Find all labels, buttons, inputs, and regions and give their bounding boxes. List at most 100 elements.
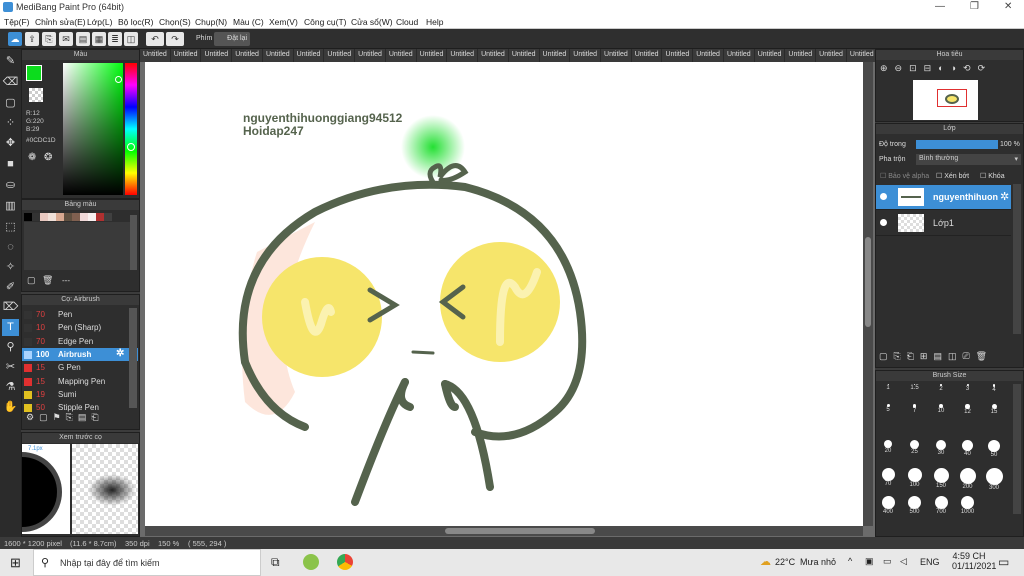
brush-size-option[interactable]: 25	[903, 440, 927, 455]
brush-size-option[interactable]: 500	[903, 496, 927, 515]
brush-size-option[interactable]: 100	[903, 468, 927, 488]
brush-size-option[interactable]: 200	[956, 468, 980, 490]
document-tab[interactable]: Untitled	[632, 49, 663, 62]
menu-color[interactable]: Màu (C)	[233, 17, 264, 27]
brush-item[interactable]: 100 Airbrush ✲	[22, 347, 138, 361]
foreground-color-swatch[interactable]	[26, 65, 42, 81]
document-tab[interactable]: Untitled	[509, 49, 540, 62]
document-tab[interactable]: Untitled	[417, 49, 448, 62]
transparent-color-swatch[interactable]	[29, 88, 43, 102]
color-adjust-icon[interactable]: ❂	[44, 152, 52, 163]
language-indicator[interactable]: ENG	[920, 557, 940, 567]
cloud-icon[interactable]: ☁	[8, 32, 22, 46]
brush-item[interactable]: 19 Sumi	[22, 388, 138, 401]
sv-picker-cursor[interactable]	[115, 76, 122, 83]
blend-mode-select[interactable]: Bình thường ▾	[916, 154, 1021, 165]
palette-area[interactable]	[24, 222, 130, 270]
operation-tool-icon[interactable]: ⚲	[2, 339, 19, 356]
brush-size-option[interactable]: 700	[929, 496, 953, 515]
brush-size-option[interactable]: 4	[982, 384, 1006, 393]
brush-size-option[interactable]: 3	[956, 384, 980, 392]
menu-capture[interactable]: Chụp(N)	[195, 17, 227, 27]
brush-item[interactable]: 15 Mapping Pen	[22, 375, 138, 388]
menu-window[interactable]: Cửa sổ(W)	[351, 17, 393, 27]
grid-icon[interactable]: ▦	[92, 32, 106, 46]
document-tab[interactable]: Untitled	[785, 49, 817, 62]
rect-tool-icon[interactable]: ▢	[2, 95, 19, 112]
notification-icon[interactable]: ▭	[998, 555, 1009, 569]
windows-start-icon[interactable]: ⊞	[10, 555, 21, 571]
chevron-up-icon[interactable]: ^	[848, 556, 852, 566]
move-tool-icon[interactable]: ✥	[2, 135, 19, 152]
brush-tool-icon[interactable]: ✎	[2, 53, 19, 70]
brush-size-option[interactable]: 1	[876, 384, 900, 391]
menu-filter[interactable]: Bộ lọc(R)	[118, 17, 153, 27]
select-pen-icon[interactable]: ✐	[2, 279, 19, 296]
magic-wand-icon[interactable]: ✧	[2, 259, 19, 276]
reset-button[interactable]: Đặt lại	[214, 32, 250, 46]
brush-size-option[interactable]: 5	[876, 404, 900, 413]
menu-cloud[interactable]: Cloud	[396, 17, 418, 27]
task-view-icon[interactable]: ⧉	[271, 555, 280, 570]
brush-item[interactable]: 10 Pen (Sharp)	[22, 321, 138, 334]
document-tab[interactable]: Untitled	[263, 49, 294, 62]
eyedropper-tool-icon[interactable]: ⚗	[2, 379, 19, 396]
minimize-icon[interactable]: —	[935, 1, 945, 12]
document-tab[interactable]: Untitled	[201, 49, 233, 62]
document-tab[interactable]: Untitled	[662, 49, 694, 62]
layer-item[interactable]: Lớp1	[876, 211, 1011, 236]
lock-checkbox[interactable]: ☐ Khóa	[980, 172, 1005, 180]
close-icon[interactable]: ✕	[1004, 1, 1012, 12]
brush-item[interactable]: 70 Pen	[22, 308, 138, 321]
navigator-buttons[interactable]: ⊕⊖⊡⊟◐◑⟲⟳	[880, 63, 992, 74]
clock[interactable]: 4:59 CH 01/11/2021	[952, 551, 996, 571]
new-palette-icon[interactable]: ▢	[27, 275, 36, 286]
network-icon[interactable]: ▭	[883, 556, 892, 567]
document-tab[interactable]: Untitled	[355, 49, 386, 62]
clip-checkbox[interactable]: ☐ Xén bớt	[936, 172, 969, 180]
brush-size-option[interactable]: 150	[929, 468, 953, 489]
brush-list-scrollbar[interactable]	[129, 308, 137, 408]
text-tool-icon[interactable]: T	[2, 319, 19, 336]
maximize-icon[interactable]: ❐	[970, 1, 979, 12]
palette-scrollbar[interactable]	[130, 215, 137, 270]
menu-layer[interactable]: Lớp(L)	[87, 17, 112, 27]
page-icon[interactable]: ▤	[76, 32, 90, 46]
select-tool-icon[interactable]: ⬚	[2, 219, 19, 236]
document-tab[interactable]: Untitled	[171, 49, 202, 62]
layer-item[interactable]: nguyenthihuon ✲	[876, 185, 1011, 210]
brush-item[interactable]: 70 Edge Pen	[22, 335, 138, 348]
hue-slider[interactable]	[125, 63, 137, 195]
delete-palette-icon[interactable]: 🗑	[42, 275, 53, 286]
chrome-icon[interactable]	[337, 554, 353, 570]
brush-size-scrollbar[interactable]	[1013, 384, 1021, 514]
document-tab[interactable]: Untitled	[386, 49, 417, 62]
menu-file[interactable]: Tệp(F)	[4, 17, 30, 27]
brush-size-option[interactable]: 400	[876, 496, 900, 515]
document-tab[interactable]: Untitled	[816, 49, 847, 62]
palette-swatches[interactable]	[24, 213, 112, 221]
document-tab[interactable]: Untitled	[232, 49, 263, 62]
volume-icon[interactable]: ◁	[900, 556, 907, 567]
protect-alpha-checkbox[interactable]: ☐ Bảo vệ alpha	[880, 172, 929, 180]
menu-tools[interactable]: Công cụ(T)	[304, 17, 347, 27]
brush-item[interactable]: 15 G Pen	[22, 361, 138, 374]
document-tab[interactable]: Untitled	[540, 49, 571, 62]
menu-help[interactable]: Help	[426, 17, 443, 27]
brush-size-option[interactable]: 20	[876, 440, 900, 454]
eye-icon[interactable]	[880, 193, 887, 200]
drawing-canvas[interactable]: nguyenthihuonggiang94512 Hoidap247	[145, 62, 863, 526]
layer-list-scrollbar[interactable]	[1013, 184, 1021, 334]
menu-view[interactable]: Xem(V)	[269, 17, 298, 27]
search-box[interactable]: ⚲ Nhập tại đây để tìm kiếm	[33, 549, 261, 576]
document-tab[interactable]: Untitled	[847, 49, 875, 62]
document-tab[interactable]: Untitled	[324, 49, 356, 62]
brush-size-option[interactable]: 300	[982, 468, 1006, 491]
upload-icon[interactable]: ⇪	[25, 32, 39, 46]
saturation-value-picker[interactable]	[63, 63, 123, 195]
eraser-tool-icon[interactable]: ⌫	[2, 74, 19, 91]
document-tab[interactable]: Untitled	[294, 49, 325, 62]
brush-size-option[interactable]: 1.5	[903, 384, 927, 391]
canvas-vertical-scrollbar[interactable]	[863, 62, 873, 526]
divide-tool-icon[interactable]: ✂	[2, 359, 19, 376]
